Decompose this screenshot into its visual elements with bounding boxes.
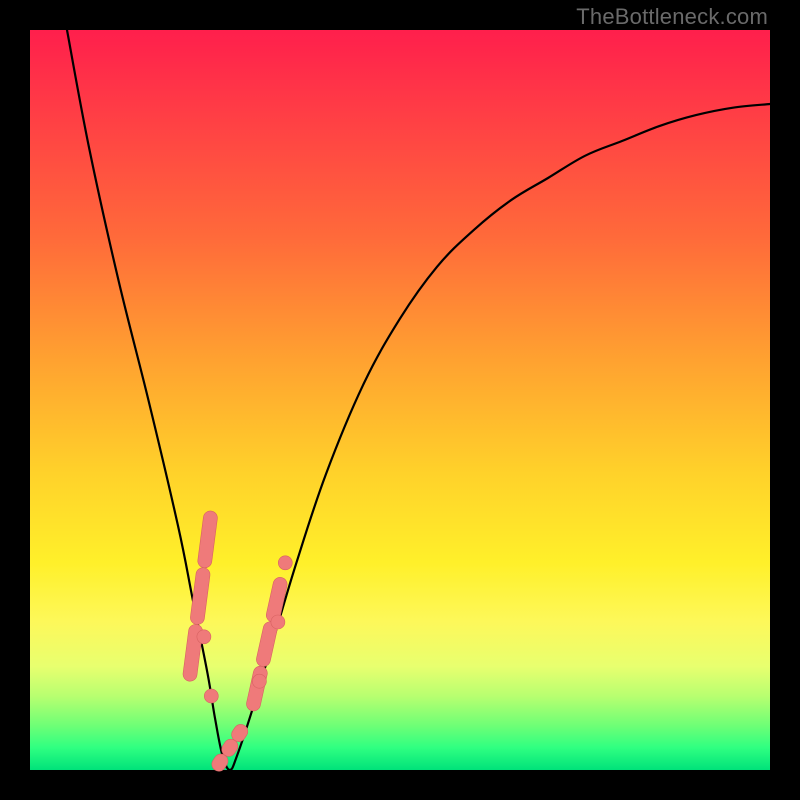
marker-layer [182, 510, 292, 774]
dot-right-c [278, 556, 292, 570]
chart-frame: TheBottleneck.com [0, 0, 800, 800]
dot-right-a [252, 674, 266, 688]
right-cluster-seg-0 [245, 665, 269, 712]
dot-right-b [271, 615, 285, 629]
curve-svg [30, 30, 770, 770]
dot-left-b [204, 689, 218, 703]
left-cluster-seg-2 [197, 510, 218, 569]
plot-area [30, 30, 770, 770]
bottleneck-curve [67, 30, 770, 770]
watermark-text: TheBottleneck.com [576, 4, 768, 30]
dot-left-a [197, 630, 211, 644]
